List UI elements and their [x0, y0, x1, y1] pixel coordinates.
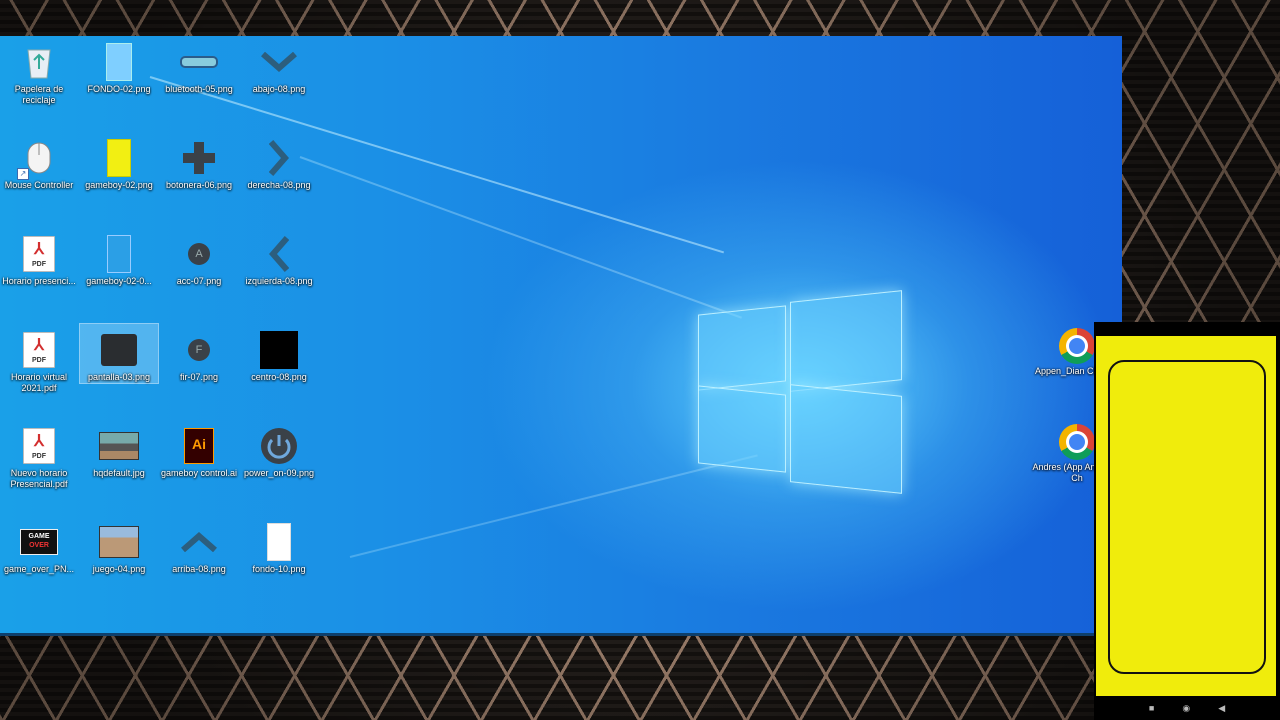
down-arrow-icon: [259, 42, 299, 82]
recycle-bin-icon: [19, 42, 59, 82]
desktop-icon-gameboy-control-ai[interactable]: Ai gameboy control.ai: [160, 420, 238, 479]
chrome-icon: [1059, 328, 1095, 364]
image-file-icon: [99, 330, 139, 370]
image-file-icon: [99, 522, 139, 562]
right-arrow-icon: [259, 138, 299, 178]
desktop-icon-izquierda-08[interactable]: izquierda-08.png: [240, 228, 318, 287]
back-button[interactable]: ◀: [1218, 703, 1225, 714]
desktop-icon-recycle-bin[interactable]: Papelera de reciclaje: [0, 36, 78, 106]
image-file-icon: [259, 330, 299, 370]
image-file-icon: [99, 42, 139, 82]
desktop-icon-nuevo-horario[interactable]: ⅄ PDF Nuevo horario Presencial.pdf: [0, 420, 78, 490]
pdf-icon: ⅄ PDF: [19, 426, 59, 466]
desktop-icon-juego-04[interactable]: juego-04.png: [80, 516, 158, 575]
illustrator-icon: Ai: [179, 426, 219, 466]
image-file-icon: [179, 42, 219, 82]
image-file-icon: [99, 234, 139, 274]
pdf-icon: ⅄ PDF: [19, 234, 59, 274]
image-file-icon: [99, 138, 139, 178]
left-arrow-icon: [259, 234, 299, 274]
desktop-icon-power-on-09[interactable]: power_on-09.png: [240, 420, 318, 479]
up-arrow-icon: [179, 522, 219, 562]
desktop-icon-fondo-10[interactable]: fondo-10.png: [240, 516, 318, 575]
desktop-icon-pantalla-03[interactable]: pantalla-03.png: [79, 323, 159, 384]
desktop-icon-centro-08[interactable]: centro-08.png: [240, 324, 318, 383]
gameboy-screen-frame: [1108, 360, 1266, 674]
remote-desktop-window[interactable]: Papelera de reciclaje ↗ Mouse Controller…: [0, 36, 1122, 636]
phone-nav-bar: ■ ◉ ◀: [1094, 703, 1280, 714]
windows-logo: [698, 284, 902, 494]
f-button-icon: F: [179, 330, 219, 370]
desktop-icon-fondo-02[interactable]: FONDO-02.png: [80, 36, 158, 95]
desktop-icon-botonera-06[interactable]: botonera-06.png: [160, 132, 238, 191]
desktop-icon-horario-virtual[interactable]: ⅄ PDF Horario virtual 2021.pdf: [0, 324, 78, 394]
desktop-icon-mouse-controller[interactable]: ↗ Mouse Controller: [0, 132, 78, 191]
light-beam: [349, 454, 758, 558]
desktop-icon-fir-07[interactable]: F fir-07.png: [160, 324, 238, 383]
a-button-icon: A: [179, 234, 219, 274]
dpad-icon: [179, 138, 219, 178]
image-file-icon: [259, 522, 299, 562]
desktop-icon-arriba-08[interactable]: arriba-08.png: [160, 516, 238, 575]
game-over-image-icon: GAME OVER: [19, 522, 59, 562]
chrome-icon: [1059, 424, 1095, 460]
recents-button[interactable]: ■: [1149, 703, 1154, 714]
desktop-icon-acc-07[interactable]: A acc-07.png: [160, 228, 238, 287]
desktop-icon-derecha-08[interactable]: derecha-08.png: [240, 132, 318, 191]
home-button[interactable]: ◉: [1182, 703, 1190, 714]
desktop-icon-gameboy-02[interactable]: gameboy-02.png: [80, 132, 158, 191]
phone-screen[interactable]: [1096, 336, 1276, 696]
desktop-icon-horario-presencial[interactable]: ⅄ PDF Horario presenci...: [0, 228, 78, 287]
desktop-icon-bluetooth-05[interactable]: bluetooth-05.png: [160, 36, 238, 95]
desktop-icon-gameboy-02-0[interactable]: gameboy-02-0...: [80, 228, 158, 287]
mouse-icon: ↗: [17, 138, 59, 180]
power-icon: [259, 426, 299, 466]
desktop-icon-hqdefault[interactable]: hqdefault.jpg: [80, 420, 158, 479]
pdf-icon: ⅄ PDF: [19, 330, 59, 370]
phone-overlay: ■ ◉ ◀: [1094, 322, 1280, 720]
desktop-icon-game-over[interactable]: GAME OVER game_over_PN...: [0, 516, 78, 575]
image-file-icon: [99, 426, 139, 466]
desktop-icon-abajo-08[interactable]: abajo-08.png: [240, 36, 318, 95]
